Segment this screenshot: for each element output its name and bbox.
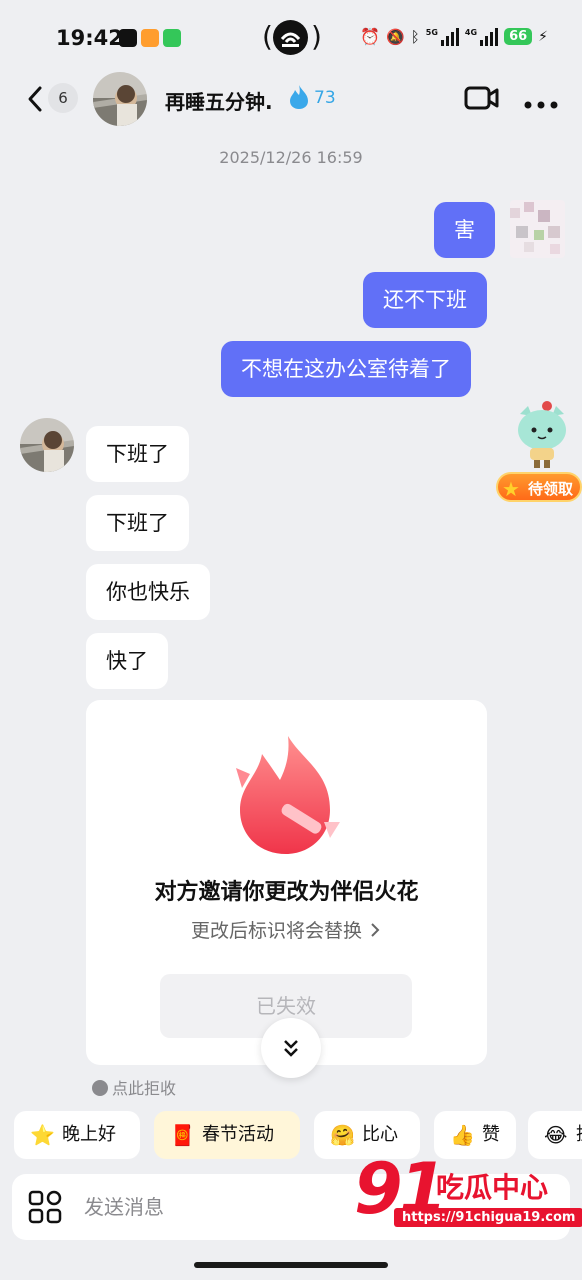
- incoming-message[interactable]: 下班了: [86, 426, 189, 482]
- claim-reward-badge[interactable]: ★ 待领取: [496, 472, 582, 502]
- spark-count: 73: [314, 88, 336, 108]
- alarm-icon: ⏰: [360, 27, 381, 46]
- reject-link[interactable]: 点此拒收: [92, 1075, 176, 1099]
- outgoing-message[interactable]: 害: [434, 202, 495, 258]
- hotspot-icon: [273, 20, 308, 55]
- status-indicators: ⏰ 🔕 ᛒ 5G 4G 66 ⚡: [360, 27, 548, 46]
- mute-icon: 🔕: [386, 27, 405, 46]
- signal-5g-icon: 5G: [426, 27, 459, 46]
- double-chevron-down-icon: [284, 1040, 298, 1057]
- message-timestamp: 2025/12/26 16:59: [219, 148, 363, 167]
- spark-invite-card: 对方邀请你更改为伴侣火花 更改后标识将会替换 已失效: [86, 700, 487, 1065]
- charging-icon: ⚡: [538, 28, 548, 45]
- invite-subtitle-link[interactable]: 更改后标识将会替换: [86, 916, 487, 943]
- claim-label: 待领取: [528, 480, 574, 498]
- battery-level: 66: [504, 28, 533, 45]
- incoming-message[interactable]: 下班了: [86, 495, 189, 551]
- video-app-icon: [141, 29, 159, 47]
- outgoing-message[interactable]: 还不下班: [363, 272, 487, 328]
- scroll-to-bottom-button[interactable]: [261, 1018, 321, 1078]
- contact-name[interactable]: 再睡五分钟.: [165, 86, 273, 115]
- more-dots-icon: [524, 101, 558, 109]
- quick-chip[interactable]: ⭐ 晚上好: [14, 1111, 140, 1159]
- status-bar: 19:42 ( ) ⏰ 🔕 ᛒ 5G 4G 66 ⚡: [0, 0, 582, 72]
- home-indicator[interactable]: [194, 1262, 388, 1268]
- star-emoji-icon: ⭐: [30, 1123, 55, 1147]
- quick-chip[interactable]: 🧧 春节活动: [154, 1111, 300, 1159]
- status-app-icons: [119, 29, 181, 47]
- signal-4g-icon: 4G: [465, 27, 499, 46]
- bluetooth-icon: ᛒ: [410, 27, 420, 46]
- incoming-message[interactable]: 你也快乐: [86, 564, 210, 620]
- partner-spark-flame-icon: [228, 730, 348, 860]
- contact-avatar[interactable]: [20, 418, 74, 472]
- more-apps-button[interactable]: [28, 1190, 62, 1224]
- self-avatar[interactable]: [510, 200, 565, 258]
- contact-avatar[interactable]: [93, 72, 147, 126]
- festival-emoji-icon: 🧧: [170, 1123, 195, 1147]
- more-options-button[interactable]: [524, 94, 558, 109]
- chevron-right-icon: [371, 923, 380, 937]
- invite-title: 对方邀请你更改为伴侣火花: [154, 880, 419, 905]
- video-call-button[interactable]: [464, 85, 500, 111]
- video-camera-icon: [464, 86, 499, 110]
- reject-label: 点此拒收: [112, 1079, 177, 1098]
- wallet-app-icon: [163, 29, 181, 47]
- block-icon: [92, 1080, 108, 1096]
- tiktok-icon: [119, 29, 137, 47]
- chat-header: 6 再睡五分钟. 73: [0, 72, 582, 132]
- unread-count-badge[interactable]: 6: [48, 83, 78, 113]
- site-watermark: 91 吃瓜中心 https://91chigua19.com: [354, 1148, 582, 1266]
- reward-mascot-icon[interactable]: [514, 400, 570, 470]
- watermark-url: https://91chigua19.com: [394, 1208, 582, 1227]
- heart-hands-emoji-icon: 🤗: [330, 1123, 355, 1147]
- outgoing-message[interactable]: 不想在这办公室待着了: [221, 341, 471, 397]
- star-icon: ★: [502, 477, 520, 501]
- watermark-name: 吃瓜中心: [436, 1171, 549, 1204]
- spark-flame-icon: [288, 84, 310, 110]
- status-time: 19:42: [56, 26, 123, 50]
- dynamic-island: ( ): [262, 20, 322, 55]
- incoming-message[interactable]: 快了: [86, 633, 168, 689]
- apps-grid-icon: [28, 1190, 62, 1224]
- invite-subtitle: 更改后标识将会替换: [190, 920, 362, 942]
